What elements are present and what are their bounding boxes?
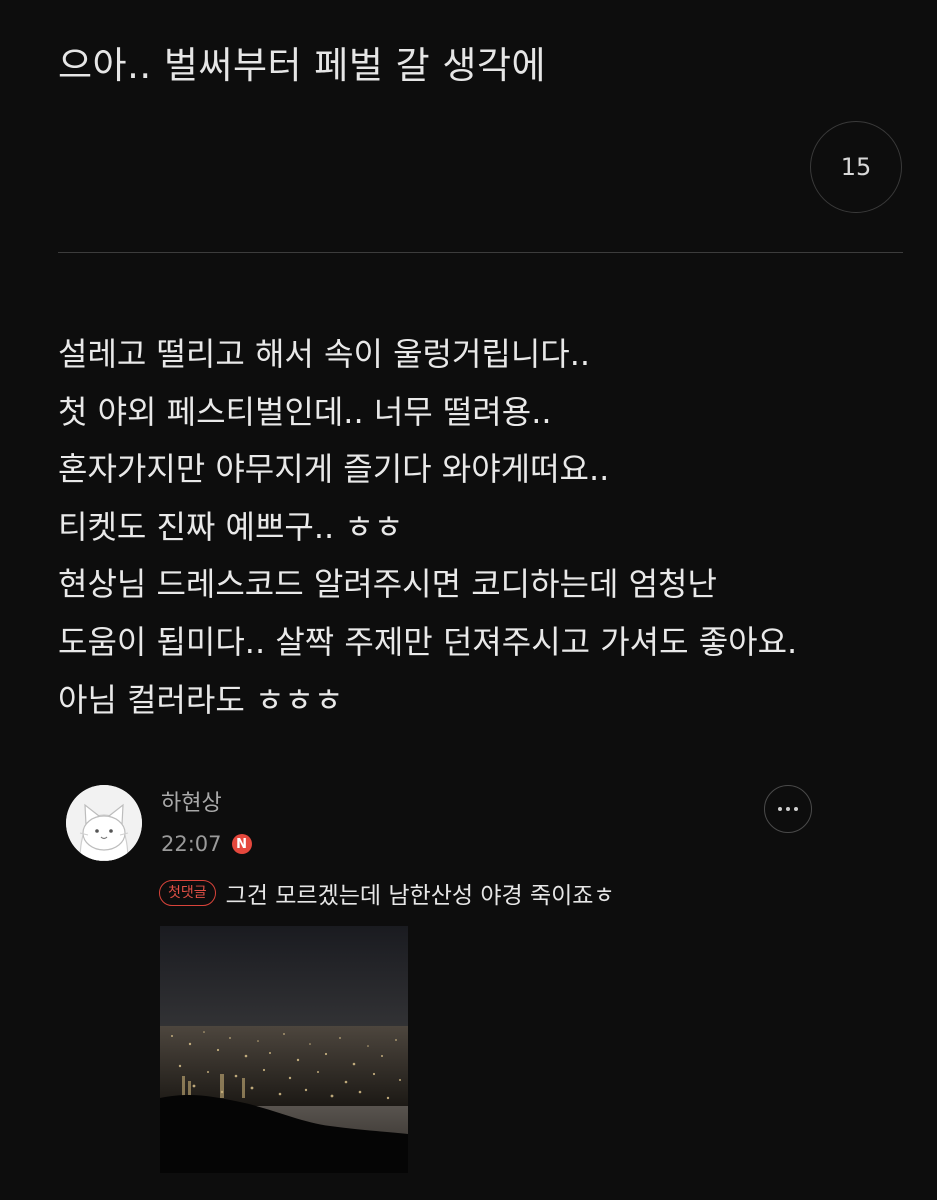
- post-body-line: 첫 야외 페스티벌인데.. 너무 떨려용..: [58, 392, 552, 431]
- post-body-line: 설레고 떨리고 해서 속이 울렁거립니다..: [58, 335, 591, 373]
- more-options-button[interactable]: [764, 785, 812, 833]
- night-city-view-image[interactable]: [160, 926, 408, 1173]
- post-body-line: 아님 컬러라도 ㅎㅎㅎ: [58, 680, 344, 719]
- post-body: 설레고 떨리고 해서 속이 울렁거립니다.. 첫 야외 페스티벌인데.. 너무 …: [58, 326, 918, 729]
- cat-avatar-icon[interactable]: [66, 785, 142, 861]
- first-comment-badge: 첫댓글: [159, 880, 216, 906]
- new-badge: N: [231, 834, 252, 854]
- comment-meta: 22:07 N: [161, 829, 252, 859]
- more-options-icon: [786, 807, 790, 811]
- comment-text: 그건 모르겠는데 남한산성 야경 죽이죠ㅎ: [225, 883, 615, 909]
- post-body-line: 도움이 됩미다.. 살짝 주제만 던져주시고 가셔도 좋아요.: [58, 622, 798, 661]
- comment-timestamp: 22:07: [161, 832, 222, 856]
- comment-author[interactable]: 하현상: [161, 789, 222, 819]
- post-body-line: 티켓도 진짜 예쁘구.. ㅎㅎ: [58, 507, 404, 546]
- comment-count-button[interactable]: 15: [810, 121, 902, 213]
- comment-text-row: 첫댓글 그건 모르겠는데 남한산성 야경 죽이죠ㅎ: [159, 876, 615, 910]
- more-options-icon: [778, 807, 782, 811]
- more-options-icon: [794, 807, 798, 811]
- comment-count-value: 15: [840, 153, 872, 181]
- redacted-area: [20, 110, 780, 230]
- post-body-line: 혼자가지만 야무지게 즐기다 와야게떠요..: [58, 450, 610, 489]
- comment-item: 하현상 22:07 N 첫댓글 그건 모르겠는데 남한산성 야경 죽이죠ㅎ: [66, 785, 826, 1185]
- divider: [58, 252, 903, 253]
- post-title: 으아.. 벌써부터 페벌 갈 생각에: [58, 44, 547, 87]
- post-body-line: 현상님 드레스코드 알려주시면 코디하는데 엄청난: [58, 565, 717, 604]
